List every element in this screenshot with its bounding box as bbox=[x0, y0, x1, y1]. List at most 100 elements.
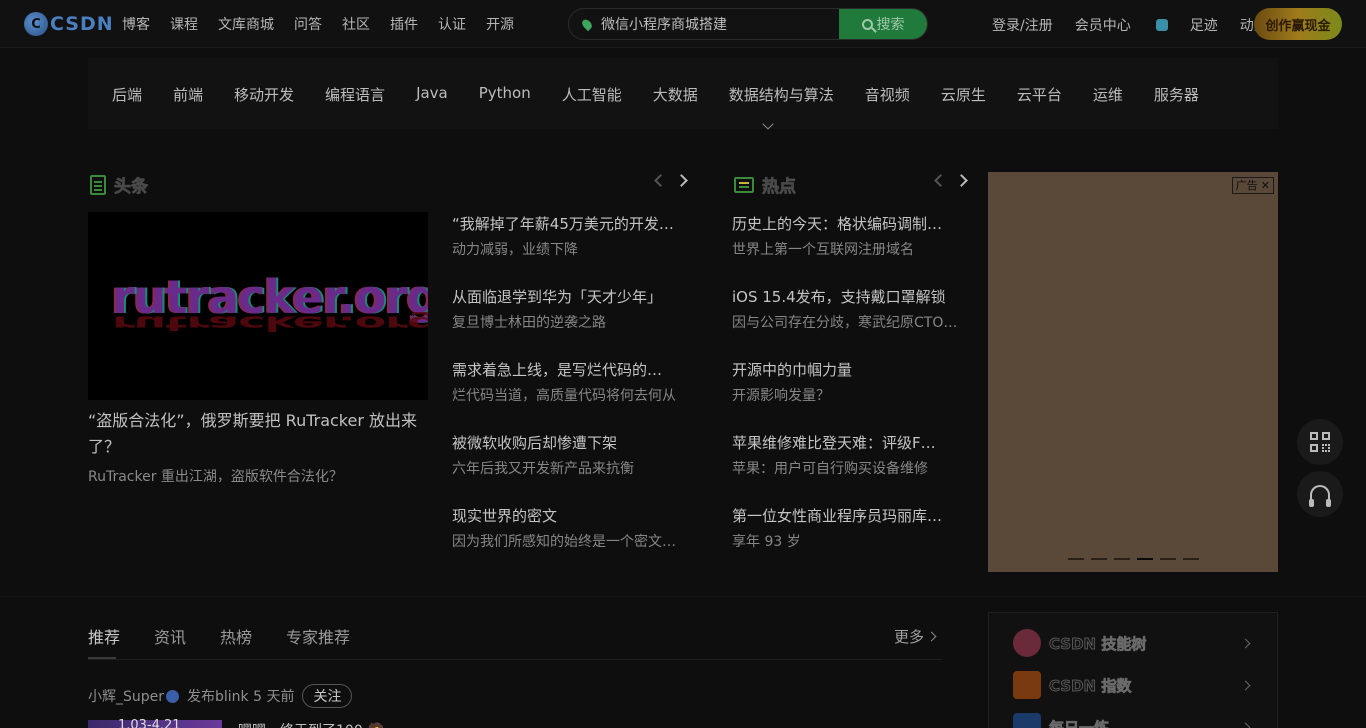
ad-badge[interactable]: 广告 ✕ bbox=[1231, 177, 1274, 194]
category-server[interactable]: 服务器 bbox=[1154, 84, 1199, 105]
category-algorithms[interactable]: 数据结构与算法 bbox=[729, 84, 834, 105]
sidebar-item-daily-practice[interactable]: 每日一练 bbox=[1013, 713, 1253, 728]
category-ops[interactable]: 运维 bbox=[1093, 84, 1123, 105]
tab-news[interactable]: 资讯 bbox=[154, 624, 186, 648]
category-bigdata[interactable]: 大数据 bbox=[653, 84, 698, 105]
category-languages[interactable]: 编程语言 bbox=[325, 84, 385, 105]
tab-hot-list[interactable]: 热榜 bbox=[220, 624, 252, 648]
nav-item-qa[interactable]: 问答 bbox=[294, 14, 322, 34]
feature-subtitle: RuTracker 重出江湖，盗版软件合法化？ bbox=[88, 469, 343, 485]
carousel-dot[interactable] bbox=[1183, 558, 1199, 560]
more-link[interactable]: 更多 bbox=[894, 626, 937, 647]
carousel-dot-active[interactable] bbox=[1137, 558, 1153, 560]
verified-icon bbox=[166, 689, 180, 703]
feed-tabs: 推荐 资讯 热榜 专家推荐 bbox=[88, 624, 384, 648]
qr-code-icon bbox=[1310, 432, 1330, 452]
more-label: 更多 bbox=[894, 628, 925, 646]
search-button[interactable]: 搜索 bbox=[839, 9, 927, 39]
sidebar-item-index[interactable]: CSDN 指数 bbox=[1013, 671, 1253, 699]
hot-title[interactable]: 开源中的巾帼力量 bbox=[732, 358, 960, 382]
chevron-right-icon[interactable] bbox=[955, 174, 968, 187]
login-link[interactable]: 登录/注册 bbox=[992, 15, 1053, 35]
nav-item-blog[interactable]: 博客 bbox=[122, 14, 150, 34]
post-thumbnail[interactable]: 1.03-4.21 bbox=[88, 718, 222, 728]
tab-recommend[interactable]: 推荐 bbox=[88, 624, 120, 648]
ad-banner[interactable]: 广告 ✕ bbox=[988, 172, 1278, 572]
post-author[interactable]: 小辉_Super bbox=[88, 686, 164, 706]
category-media[interactable]: 音视频 bbox=[865, 84, 910, 105]
hot-subtitle: 世界上第一个互联网注册域名 bbox=[732, 242, 914, 258]
nav-item-courses[interactable]: 课程 bbox=[170, 14, 198, 34]
carousel-dot[interactable] bbox=[1114, 558, 1130, 560]
vip-center-label: 会员中心 bbox=[1074, 18, 1131, 34]
list-item[interactable]: 被微软收购后却惨遭下架 六年后我又开发新产品来抗衡 bbox=[452, 431, 684, 504]
post-published: 发布blink 5 天前 bbox=[187, 689, 295, 705]
follow-button[interactable]: 关注 bbox=[302, 684, 353, 708]
list-item[interactable]: 从面临退学到华为「天才少年」 复旦博士林田的逆袭之路 bbox=[452, 285, 684, 358]
category-java[interactable]: Java bbox=[416, 84, 448, 105]
category-frontend[interactable]: 前端 bbox=[173, 84, 203, 105]
csdn-logo[interactable]: C CSDN bbox=[24, 12, 114, 36]
headline-title[interactable]: 需求着急上线，是写烂代码的… bbox=[452, 358, 684, 382]
list-item[interactable]: 第一位女性商业程序员玛丽库… 享年 93 岁 bbox=[732, 504, 960, 577]
tab-expert[interactable]: 专家推荐 bbox=[286, 624, 350, 648]
list-item[interactable]: 历史上的今天：格状编码调制… 世界上第一个互联网注册域名 bbox=[732, 212, 960, 285]
document-icon bbox=[90, 174, 106, 195]
chevron-right-icon bbox=[1240, 680, 1251, 690]
nav-item-plugins[interactable]: 插件 bbox=[390, 14, 418, 34]
list-item[interactable]: 开源中的巾帼力量 开源影响发量？ bbox=[732, 358, 960, 431]
headline-title[interactable]: “我解掉了年薪45万美元的开发… bbox=[452, 212, 684, 236]
carousel-dot[interactable] bbox=[1160, 558, 1176, 560]
headline-subtitle: 烂代码当道，高质量代码将何去何从 bbox=[452, 388, 676, 404]
category-cloud[interactable]: 云平台 bbox=[1017, 84, 1062, 105]
list-item[interactable]: 苹果维修难比登天难：评级F… 苹果：用户可自行购买设备维修 bbox=[732, 431, 960, 504]
search-input[interactable] bbox=[601, 9, 841, 39]
footprint-link[interactable]: 足迹 bbox=[1190, 15, 1218, 35]
post-meta: 小辉_Super 发布blink 5 天前 关注 bbox=[88, 684, 353, 708]
hot-title[interactable]: 苹果维修难比登天难：评级F… bbox=[732, 431, 960, 455]
nav-item-community[interactable]: 社区 bbox=[342, 14, 370, 34]
headline-subtitle: 复旦博士林田的逆袭之路 bbox=[452, 315, 606, 331]
nav-item-opensource[interactable]: 开源 bbox=[486, 14, 514, 34]
category-cloudnative[interactable]: 云原生 bbox=[941, 84, 986, 105]
chevron-left-icon[interactable] bbox=[934, 174, 947, 187]
chevron-right-icon bbox=[1240, 722, 1251, 728]
top-navigation-bar: C CSDN 博客 课程 文库商城 问答 社区 插件 认证 开源 搜索 登录/注… bbox=[0, 0, 1366, 48]
headline-title[interactable]: 被微软收购后却惨遭下架 bbox=[452, 431, 684, 455]
carousel-dot[interactable] bbox=[1068, 558, 1084, 560]
user-links: 登录/注册 会员中心 足迹 动态 bbox=[992, 15, 1290, 35]
feature-image[interactable]: rutracker.org rutracker.org bbox=[88, 212, 428, 400]
nav-item-library[interactable]: 文库商城 bbox=[218, 14, 274, 34]
vip-center-link[interactable]: 会员中心 bbox=[1075, 15, 1168, 35]
category-backend[interactable]: 后端 bbox=[112, 84, 142, 105]
headline-title[interactable]: 现实世界的密文 bbox=[452, 504, 684, 528]
hot-title[interactable]: iOS 15.4发布，支持戴口罩解锁 bbox=[732, 285, 960, 309]
expand-categories-icon[interactable] bbox=[762, 118, 774, 130]
hot-list: 历史上的今天：格状编码调制… 世界上第一个互联网注册域名 iOS 15.4发布，… bbox=[732, 212, 960, 577]
category-python[interactable]: Python bbox=[479, 84, 531, 105]
category-bar: 后端 前端 移动开发 编程语言 Java Python 人工智能 大数据 数据结… bbox=[88, 58, 1278, 130]
sidebar-item-skill-tree[interactable]: CSDN 技能树 bbox=[1013, 629, 1253, 657]
carousel-dot[interactable] bbox=[1091, 558, 1107, 560]
chevron-left-icon[interactable] bbox=[654, 174, 667, 187]
chevron-right-icon[interactable] bbox=[675, 174, 688, 187]
list-item[interactable]: iOS 15.4发布，支持戴口罩解锁 因与公司存在分歧，寒武纪原CTO… bbox=[732, 285, 960, 358]
category-mobile[interactable]: 移动开发 bbox=[234, 84, 294, 105]
qr-code-button[interactable] bbox=[1297, 419, 1343, 465]
hot-title[interactable]: 第一位女性商业程序员玛丽库… bbox=[732, 504, 960, 528]
list-item[interactable]: 现实世界的密文 因为我们所感知的始终是一个密文… bbox=[452, 504, 684, 577]
list-item[interactable]: 需求着急上线，是写烂代码的… 烂代码当道，高质量代码将何去何从 bbox=[452, 358, 684, 431]
close-icon[interactable]: ✕ bbox=[1261, 178, 1270, 193]
customer-service-button[interactable] bbox=[1297, 471, 1343, 517]
headline-title[interactable]: 从面临退学到华为「天才少年」 bbox=[452, 285, 684, 309]
category-ai[interactable]: 人工智能 bbox=[562, 84, 622, 105]
post-title[interactable]: 嘿嘿，终于到了100 🧑 bbox=[238, 720, 385, 728]
vip-icon bbox=[1155, 19, 1168, 31]
chevron-right-icon bbox=[1240, 638, 1251, 648]
main-nav: 博客 课程 文库商城 问答 社区 插件 认证 开源 bbox=[122, 14, 534, 34]
feature-title[interactable]: “盗版合法化”，俄罗斯要把 RuTracker 放出来了？ bbox=[88, 408, 428, 460]
nav-item-certification[interactable]: 认证 bbox=[438, 14, 466, 34]
create-earn-button[interactable]: 创作赢现金 bbox=[1254, 8, 1342, 40]
list-item[interactable]: “我解掉了年薪45万美元的开发… 动力减弱，业绩下降 bbox=[452, 212, 684, 285]
hot-title[interactable]: 历史上的今天：格状编码调制… bbox=[732, 212, 960, 236]
